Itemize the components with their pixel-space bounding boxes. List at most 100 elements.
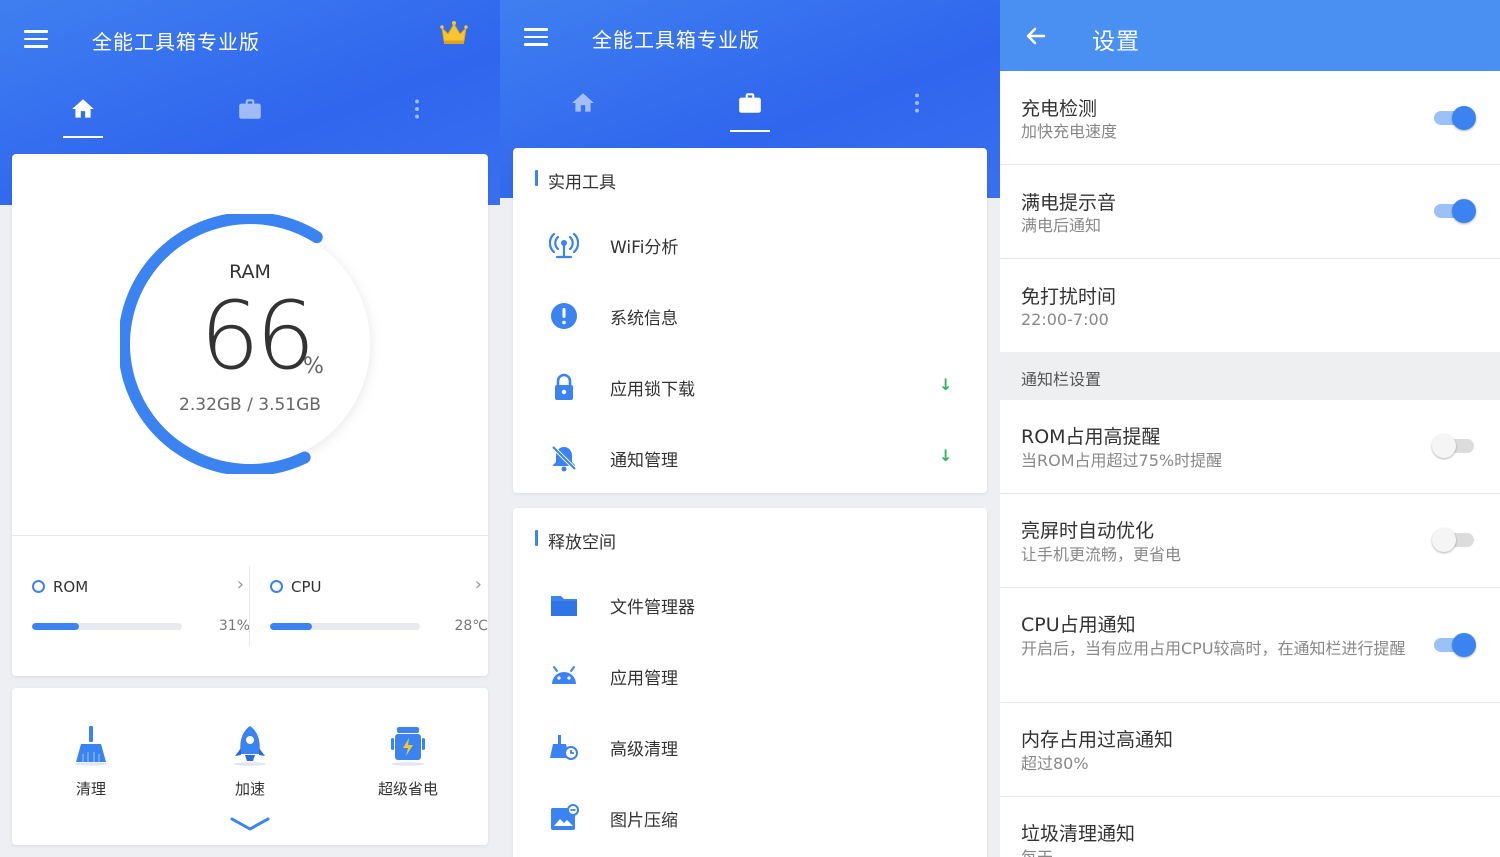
- toggle-switch[interactable]: [1432, 526, 1476, 554]
- tab-more[interactable]: [877, 72, 957, 134]
- cpu-label: CPU: [291, 578, 322, 596]
- tab-bar: [500, 72, 1000, 134]
- more-vert-icon: [415, 99, 419, 119]
- setting-rom-alert[interactable]: ROM占用高提醒 当ROM占用超过75%时提醒: [1000, 400, 1500, 494]
- android-icon: [552, 666, 576, 684]
- settings-app-bar: 设置: [1000, 0, 1500, 71]
- ram-label: RAM: [229, 261, 271, 283]
- list-item-label: 通知管理: [610, 451, 678, 471]
- section-header: 通知栏设置: [1000, 352, 1500, 400]
- section-header: 释放空间: [535, 528, 616, 553]
- section-header: 实用工具: [535, 168, 616, 193]
- list-item-app-manager[interactable]: 应用管理: [513, 640, 987, 711]
- toggle-switch[interactable]: [1432, 631, 1476, 659]
- setting-memory-notify[interactable]: 内存占用过高通知 超过80%: [1000, 703, 1500, 797]
- setting-title: CPU占用通知: [1021, 614, 1136, 636]
- tab-tools[interactable]: [210, 78, 290, 140]
- cpu-value: 28℃: [454, 618, 488, 634]
- chevron-right-icon: ›: [236, 574, 244, 595]
- briefcase-icon: [239, 99, 261, 119]
- toggle-switch[interactable]: [1432, 432, 1476, 460]
- list-item-wifi-analysis[interactable]: WiFi分析: [513, 209, 987, 280]
- list-item-image-compress[interactable]: 图片压缩: [513, 782, 987, 853]
- clean-button[interactable]: 清理: [41, 724, 141, 799]
- app-bar: 全能工具箱专业版: [0, 0, 500, 78]
- setting-auto-optimize[interactable]: 亮屏时自动优化 让手机更流畅，更省电: [1000, 494, 1500, 588]
- cpu-progress-fill: [270, 623, 312, 630]
- ram-unit: %: [303, 354, 324, 379]
- practical-tools-card: 实用工具 WiFi分析 系统信息 应用锁下载 ↓ 通知管理 ↓: [513, 148, 987, 493]
- app-title: 全能工具箱专业版: [92, 30, 260, 54]
- setting-title: 充电检测: [1021, 98, 1098, 120]
- rom-value: 31%: [218, 618, 250, 634]
- quick-actions-card: 清理 加速 超级省电: [12, 688, 488, 845]
- setting-subtitle: 满电后通知: [1021, 216, 1102, 235]
- download-icon[interactable]: ↓: [939, 446, 952, 465]
- list-item-system-info[interactable]: 系统信息: [513, 280, 987, 351]
- tab-home[interactable]: [43, 78, 123, 140]
- app-title: 全能工具箱专业版: [592, 28, 760, 52]
- list-item-file-manager[interactable]: 文件管理器: [513, 569, 987, 640]
- setting-full-charge-sound[interactable]: 满电提示音 满电后通知: [1000, 165, 1500, 259]
- setting-junk-notify[interactable]: 垃圾清理通知 每天: [1000, 797, 1500, 857]
- rom-progress-bar: [32, 623, 182, 630]
- list-item-label: 图片压缩: [610, 811, 678, 831]
- rom-progress-fill: [32, 623, 79, 630]
- toggle-switch[interactable]: [1432, 197, 1476, 225]
- folder-icon: [551, 596, 577, 616]
- menu-icon[interactable]: [524, 28, 548, 48]
- setting-subtitle: 加快充电速度: [1021, 122, 1118, 141]
- setting-title: 免打扰时间: [1021, 286, 1117, 308]
- page-title: 设置: [1092, 29, 1140, 55]
- clean-label: 清理: [75, 780, 106, 798]
- tools-screen: 全能工具箱专业版 实用工具 WiFi分析 系统信息 应用锁下载 ↓ 通知管理 ↓…: [500, 0, 1000, 857]
- menu-icon[interactable]: [24, 30, 48, 50]
- tab-tools[interactable]: [710, 72, 790, 134]
- setting-subtitle: 超过80%: [1021, 754, 1089, 773]
- cpu-stat[interactable]: CPU › 28℃: [270, 554, 488, 644]
- divider: [249, 566, 250, 646]
- rom-stat[interactable]: ROM › 31%: [32, 554, 250, 644]
- image-compress-icon: [551, 804, 579, 830]
- rocket-icon: [234, 726, 266, 766]
- setting-title: 满电提示音: [1021, 192, 1117, 214]
- setting-charge-detect[interactable]: 充电检测 加快充电速度: [1000, 71, 1500, 165]
- list-item-label: 应用管理: [610, 669, 678, 689]
- ram-percentage: 66: [200, 282, 316, 391]
- setting-subtitle: 当ROM占用超过75%时提醒: [1021, 451, 1223, 470]
- bell-off-icon: [551, 445, 577, 472]
- app-bar: 全能工具箱专业版: [500, 0, 1000, 78]
- cpu-dot-icon: [270, 580, 283, 593]
- setting-subtitle: 每天: [1021, 847, 1421, 857]
- power-save-button[interactable]: 超级省电: [358, 724, 458, 799]
- advanced-clean-icon: [550, 735, 578, 760]
- setting-subtitle: 开启后，当有应用占用CPU较高时，在通知栏进行提醒: [1021, 639, 1406, 658]
- speed-up-label: 加速: [234, 780, 265, 798]
- setting-subtitle: 22:00-7:00: [1021, 310, 1109, 329]
- setting-do-not-disturb[interactable]: 免打扰时间 22:00-7:00: [1000, 259, 1500, 352]
- divider: [12, 535, 488, 536]
- toggle-switch[interactable]: [1432, 104, 1476, 132]
- list-item-advanced-clean[interactable]: 高级清理: [513, 711, 987, 782]
- back-arrow-icon[interactable]: [1024, 24, 1048, 48]
- speed-up-button[interactable]: 加速: [200, 724, 300, 799]
- section-title: 通知栏设置: [1021, 370, 1102, 389]
- ram-usage-detail: 2.32GB / 3.51GB: [179, 395, 321, 415]
- setting-cpu-notify[interactable]: CPU占用通知 开启后，当有应用占用CPU较高时，在通知栏进行提醒: [1000, 588, 1500, 703]
- tab-home[interactable]: [543, 72, 623, 134]
- setting-title: 垃圾清理通知: [1021, 823, 1136, 845]
- list-item-label: 高级清理: [610, 740, 678, 760]
- home-icon: [572, 93, 594, 112]
- tab-bar: [0, 78, 500, 140]
- list-item-notification-manager[interactable]: 通知管理 ↓: [513, 422, 987, 493]
- download-icon[interactable]: ↓: [939, 375, 952, 394]
- more-vert-icon: [915, 93, 919, 113]
- lock-icon: [555, 373, 573, 400]
- tab-more[interactable]: [377, 78, 457, 140]
- info-alert-icon: [551, 303, 577, 329]
- crown-icon[interactable]: [440, 20, 468, 46]
- home-icon: [72, 99, 94, 118]
- free-space-card: 释放空间 文件管理器 应用管理 高级清理 图片压缩: [513, 508, 987, 857]
- chevron-down-icon[interactable]: [229, 816, 271, 832]
- list-item-app-lock[interactable]: 应用锁下载 ↓: [513, 351, 987, 422]
